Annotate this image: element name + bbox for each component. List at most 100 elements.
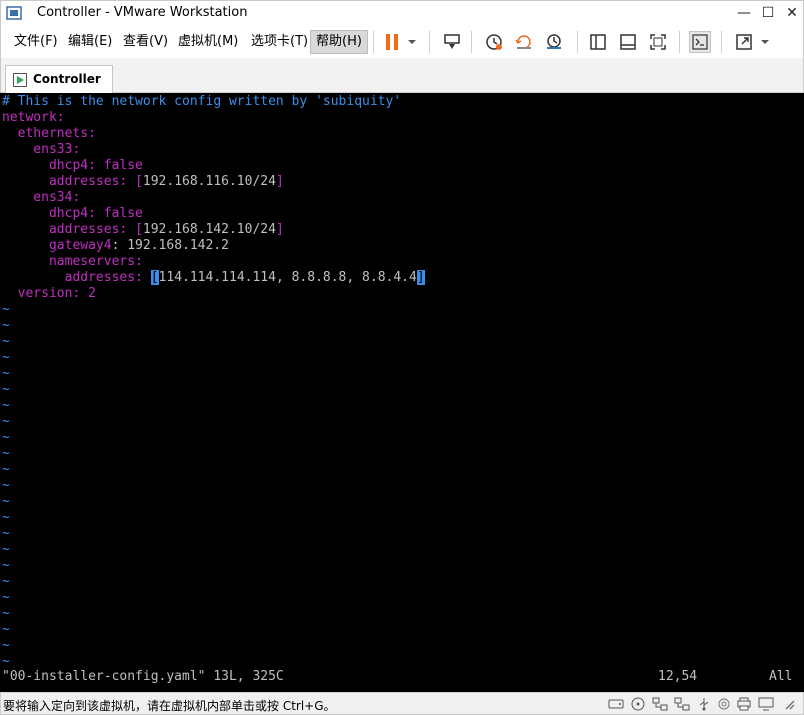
code-token: [ bbox=[135, 222, 143, 237]
code-token: 192.168.142.10/24 bbox=[142, 222, 276, 237]
cursor-position: 12,54 bbox=[658, 669, 698, 684]
empty-line-tilde: ~ bbox=[2, 398, 10, 413]
close-button[interactable]: ✕ bbox=[776, 1, 804, 25]
menu-edit[interactable]: 编辑(E) bbox=[63, 30, 117, 54]
code-line: ens33: bbox=[2, 142, 80, 158]
code-token: : 192.168.142.2 bbox=[111, 238, 229, 253]
code-token: false bbox=[103, 206, 143, 221]
code-token: ] bbox=[275, 174, 284, 189]
usb-icon[interactable] bbox=[696, 697, 712, 711]
empty-line-tilde: ~ bbox=[2, 446, 10, 461]
code-token: ens33: bbox=[2, 142, 81, 157]
code-token: ] bbox=[275, 222, 284, 237]
empty-line-tilde: ~ bbox=[2, 382, 10, 397]
status-bar: 要将输入定向到该虚拟机，请在虚拟机内部单击或按 Ctrl+G。 bbox=[0, 692, 804, 715]
empty-line-tilde: ~ bbox=[2, 590, 10, 605]
empty-line-tilde: ~ bbox=[2, 334, 10, 349]
printer-icon[interactable] bbox=[736, 697, 752, 711]
code-line: network: bbox=[2, 110, 65, 126]
tab-strip: Controller bbox=[0, 58, 804, 93]
empty-line-tilde: ~ bbox=[2, 558, 10, 573]
code-token: network: bbox=[2, 110, 65, 125]
dropdown-arrow-icon[interactable] bbox=[757, 31, 773, 53]
vm-console[interactable]: "00-installer-config.yaml" 13L, 325C 12,… bbox=[0, 93, 804, 692]
hard-disk-icon[interactable] bbox=[608, 697, 624, 711]
code-line: version: 2 bbox=[2, 286, 96, 302]
status-message: 要将输入定向到该虚拟机，请在虚拟机内部单击或按 Ctrl+G。 bbox=[3, 699, 336, 713]
code-line: addresses: [192.168.116.10/24] bbox=[2, 174, 284, 190]
code-line: ethernets: bbox=[2, 126, 96, 142]
empty-line-tilde: ~ bbox=[2, 542, 10, 557]
code-token: gateway4 bbox=[2, 238, 112, 253]
code-token: addresses: bbox=[2, 174, 136, 189]
code-line: gateway4: 192.168.142.2 bbox=[2, 238, 229, 254]
pause-icon[interactable] bbox=[381, 31, 403, 53]
tab-controller[interactable]: Controller bbox=[5, 65, 113, 93]
menu-help[interactable]: 帮助(H) bbox=[310, 30, 368, 54]
cd-drive-icon[interactable] bbox=[630, 697, 646, 711]
code-line: dhcp4: false bbox=[2, 206, 143, 222]
empty-line-tilde: ~ bbox=[2, 510, 10, 525]
code-token: 114.114.114.114, 8.8.8.8, 8.8.4.4 bbox=[158, 270, 417, 285]
empty-line-tilde: ~ bbox=[2, 574, 10, 589]
display-icon[interactable] bbox=[758, 697, 774, 711]
snapshot-manager-icon[interactable] bbox=[543, 31, 565, 53]
empty-line-tilde: ~ bbox=[2, 414, 10, 429]
empty-line-tilde: ~ bbox=[2, 622, 10, 637]
empty-line-tilde: ~ bbox=[2, 462, 10, 477]
empty-line-tilde: ~ bbox=[2, 526, 10, 541]
window-title: Controller - VMware Workstation bbox=[37, 5, 248, 20]
empty-line-tilde: ~ bbox=[2, 606, 10, 621]
snapshot-icon[interactable] bbox=[483, 31, 505, 53]
menu-toolbar: 文件(F) 编辑(E) 查看(V) 虚拟机(M) 选项卡(T) 帮助(H) bbox=[0, 26, 804, 58]
empty-line-tilde: ~ bbox=[2, 494, 10, 509]
code-line: nameservers: bbox=[2, 254, 143, 270]
menu-vm[interactable]: 虚拟机(M) bbox=[173, 30, 243, 54]
menu-file[interactable]: 文件(F) bbox=[9, 30, 63, 54]
stretch-icon[interactable] bbox=[782, 697, 798, 711]
empty-line-tilde: ~ bbox=[2, 318, 10, 333]
title-bar: Controller - VMware Workstation — ☐ ✕ bbox=[0, 0, 804, 26]
code-line: dhcp4: false bbox=[2, 158, 143, 174]
code-token: addresses: bbox=[2, 270, 151, 285]
code-line: # This is the network config written by … bbox=[2, 94, 401, 110]
code-line: addresses: [114.114.114.114, 8.8.8.8, 8.… bbox=[2, 270, 425, 286]
code-line: ens34: bbox=[2, 190, 80, 206]
library-view-icon[interactable] bbox=[587, 31, 609, 53]
menu-view[interactable]: 查看(V) bbox=[118, 30, 173, 54]
scroll-indicator: All bbox=[769, 669, 793, 684]
console-icon[interactable] bbox=[689, 31, 711, 53]
vm-running-icon bbox=[13, 73, 27, 87]
vmware-app-icon bbox=[6, 6, 22, 20]
unity-icon[interactable] bbox=[733, 31, 755, 53]
empty-line-tilde: ~ bbox=[2, 430, 10, 445]
code-token: ens34: bbox=[2, 190, 81, 205]
revert-snapshot-icon[interactable] bbox=[513, 31, 535, 53]
network-adapter-icon[interactable] bbox=[674, 697, 690, 711]
network-adapter-icon[interactable] bbox=[652, 697, 668, 711]
toolbar-separator bbox=[679, 31, 680, 53]
code-token: # This is the network config written by … bbox=[2, 94, 402, 109]
thumbnail-view-icon[interactable] bbox=[617, 31, 639, 53]
code-token: version: bbox=[2, 286, 89, 301]
empty-line-tilde: ~ bbox=[2, 366, 10, 381]
dropdown-arrow-icon[interactable] bbox=[403, 31, 421, 53]
fullscreen-icon[interactable] bbox=[647, 31, 669, 53]
empty-line-tilde: ~ bbox=[2, 638, 10, 653]
text-cursor: ] bbox=[416, 270, 425, 285]
code-token: addresses: bbox=[2, 222, 136, 237]
toolbar-separator bbox=[471, 31, 472, 53]
code-token: false bbox=[103, 158, 143, 173]
menu-tabs[interactable]: 选项卡(T) bbox=[246, 30, 313, 54]
sound-icon[interactable] bbox=[716, 697, 732, 711]
empty-line-tilde: ~ bbox=[2, 350, 10, 365]
code-token: 192.168.116.10/24 bbox=[142, 174, 276, 189]
tab-label: Controller bbox=[33, 72, 101, 86]
code-token: dhcp4: bbox=[2, 206, 104, 221]
file-status: "00-installer-config.yaml" 13L, 325C bbox=[2, 669, 284, 684]
send-ctrl-alt-del-icon[interactable] bbox=[441, 31, 463, 53]
code-token: dhcp4: bbox=[2, 158, 104, 173]
text-cursor: [ bbox=[150, 270, 159, 285]
code-line: addresses: [192.168.142.10/24] bbox=[2, 222, 284, 238]
code-token: [ bbox=[135, 174, 143, 189]
